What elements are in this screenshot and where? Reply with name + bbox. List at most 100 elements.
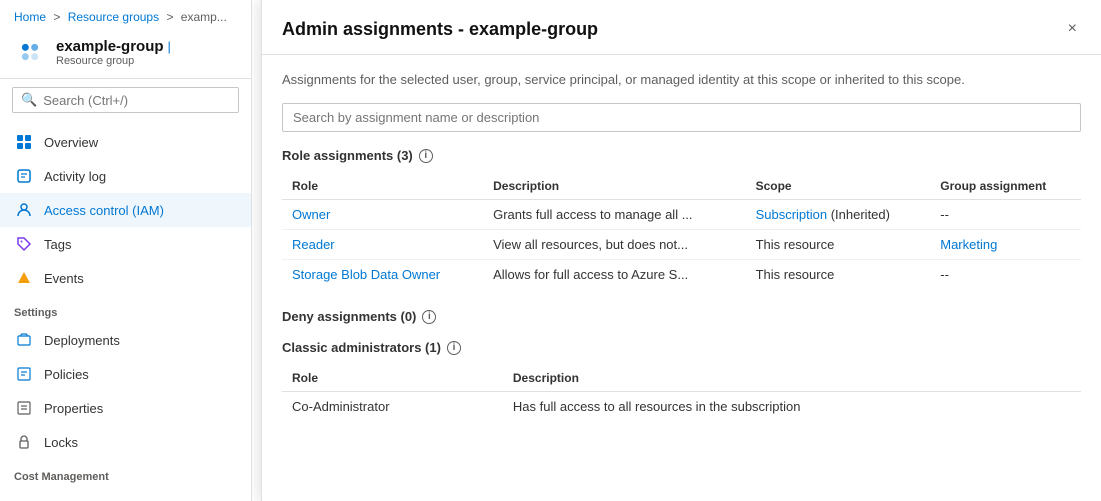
events-label: Events [44, 271, 84, 286]
overview-label: Overview [44, 135, 98, 150]
classic-role-cell: Co-Administrator [282, 392, 503, 422]
role-assignments-table: Role Description Scope Group assignment … [282, 173, 1081, 289]
col-description: Description [483, 173, 745, 200]
role-cell: Reader [282, 230, 483, 260]
assignment-search-input[interactable] [293, 110, 1070, 125]
classic-admins-section: Classic administrators (1) i Role Descri… [282, 340, 1081, 421]
panel-header: Admin assignments - example-group × [262, 0, 1101, 55]
role-assignments-thead: Role Description Scope Group assignment [282, 173, 1081, 200]
scope-link-subscription[interactable]: Subscription [756, 207, 828, 222]
sidebar-item-access-control[interactable]: Access control (IAM) [0, 193, 251, 227]
deny-assignments-section: Deny assignments (0) i [282, 309, 1081, 324]
role-assignments-info-icon[interactable]: i [419, 149, 433, 163]
locks-icon [14, 432, 34, 452]
col-scope: Scope [746, 173, 931, 200]
breadcrumb-resource-groups[interactable]: Resource groups [68, 10, 159, 24]
role-assignments-header-row: Role Description Scope Group assignment [282, 173, 1081, 200]
tags-icon [14, 234, 34, 254]
classic-admins-header: Classic administrators (1) i [282, 340, 1081, 355]
scope-cell: Subscription (Inherited) [746, 200, 931, 230]
resource-subtitle: Resource group [56, 55, 171, 67]
role-link-owner[interactable]: Owner [292, 207, 330, 222]
group-cell: Marketing [930, 230, 1081, 260]
breadcrumb-current: examp... [181, 10, 227, 24]
group-cell: -- [930, 200, 1081, 230]
admin-assignments-panel: Admin assignments - example-group × Assi… [261, 0, 1101, 501]
settings-section-title: Settings [0, 295, 251, 323]
group-cell: -- [930, 260, 1081, 290]
policies-label: Policies [44, 367, 89, 382]
properties-icon [14, 398, 34, 418]
tags-label: Tags [44, 237, 71, 252]
classic-admins-table: Role Description Co-Administrator Has fu… [282, 365, 1081, 421]
classic-admins-header-row: Role Description [282, 365, 1081, 392]
role-link-reader[interactable]: Reader [292, 237, 335, 252]
overview-icon [14, 132, 34, 152]
scope-suffix: (Inherited) [827, 207, 890, 222]
sidebar-item-overview[interactable]: Overview [0, 125, 251, 159]
description-cell: View all resources, but does not... [483, 230, 745, 260]
group-link-marketing[interactable]: Marketing [940, 237, 997, 252]
locks-label: Locks [44, 435, 78, 450]
col-group-assignment: Group assignment [930, 173, 1081, 200]
search-panel[interactable] [282, 103, 1081, 132]
deny-assignments-info-icon[interactable]: i [422, 310, 436, 324]
breadcrumb: Home > Resource groups > examp... [0, 0, 251, 30]
col-role: Role [282, 173, 483, 200]
classic-admins-thead: Role Description [282, 365, 1081, 392]
close-button[interactable]: × [1064, 16, 1081, 42]
role-assignments-header: Role assignments (3) i [282, 148, 1081, 163]
sidebar-item-tags[interactable]: Tags [0, 227, 251, 261]
table-row: Co-Administrator Has full access to all … [282, 392, 1081, 422]
deny-assignments-title: Deny assignments (0) [282, 309, 416, 324]
scope-cell: This resource [746, 260, 931, 290]
scope-cell: This resource [746, 230, 931, 260]
panel-description: Assignments for the selected user, group… [282, 71, 1081, 89]
classic-admins-info-icon[interactable]: i [447, 341, 461, 355]
deployments-label: Deployments [44, 333, 120, 348]
role-cell: Owner [282, 200, 483, 230]
resource-title: example-group | [56, 38, 171, 55]
panel-title: Admin assignments - example-group [282, 19, 598, 40]
description-cell: Allows for full access to Azure S... [483, 260, 745, 290]
activity-log-label: Activity log [44, 169, 106, 184]
classic-admins-title: Classic administrators (1) [282, 340, 441, 355]
cost-management-section-title: Cost Management [0, 459, 251, 487]
col-desc-classic: Description [503, 365, 1081, 392]
role-assignments-tbody: Owner Grants full access to manage all .… [282, 200, 1081, 290]
search-box[interactable]: 🔍 [12, 87, 239, 113]
resource-header: example-group | Resource group [0, 30, 251, 79]
resource-name: example-group [56, 38, 164, 55]
sidebar-item-activity-log[interactable]: Activity log [0, 159, 251, 193]
sidebar-item-properties[interactable]: Properties [0, 391, 251, 425]
breadcrumb-home[interactable]: Home [14, 10, 46, 24]
deny-assignments-header: Deny assignments (0) i [282, 309, 1081, 324]
properties-label: Properties [44, 401, 103, 416]
search-icon: 🔍 [21, 92, 37, 108]
deployments-icon [14, 330, 34, 350]
access-control-label: Access control (IAM) [44, 203, 164, 218]
classic-admins-tbody: Co-Administrator Has full access to all … [282, 392, 1081, 422]
policies-icon [14, 364, 34, 384]
nav-list: Overview Activity log Access control (IA… [0, 121, 251, 501]
resource-pipe: | [168, 39, 171, 54]
table-row: Storage Blob Data Owner Allows for full … [282, 260, 1081, 290]
events-icon [14, 268, 34, 288]
sidebar-item-policies[interactable]: Policies [0, 357, 251, 391]
sidebar-item-events[interactable]: Events [0, 261, 251, 295]
breadcrumb-sep-2: > [166, 10, 176, 24]
access-control-icon [14, 200, 34, 220]
role-assignments-title: Role assignments (3) [282, 148, 413, 163]
search-input[interactable] [43, 93, 230, 108]
role-cell: Storage Blob Data Owner [282, 260, 483, 290]
table-row: Reader View all resources, but does not.… [282, 230, 1081, 260]
description-cell: Grants full access to manage all ... [483, 200, 745, 230]
resource-group-icon [14, 36, 46, 68]
classic-desc-cell: Has full access to all resources in the … [503, 392, 1081, 422]
sidebar-item-locks[interactable]: Locks [0, 425, 251, 459]
role-link-storage-blob[interactable]: Storage Blob Data Owner [292, 267, 440, 282]
col-role-classic: Role [282, 365, 503, 392]
sidebar-item-deployments[interactable]: Deployments [0, 323, 251, 357]
table-row: Owner Grants full access to manage all .… [282, 200, 1081, 230]
activity-log-icon [14, 166, 34, 186]
